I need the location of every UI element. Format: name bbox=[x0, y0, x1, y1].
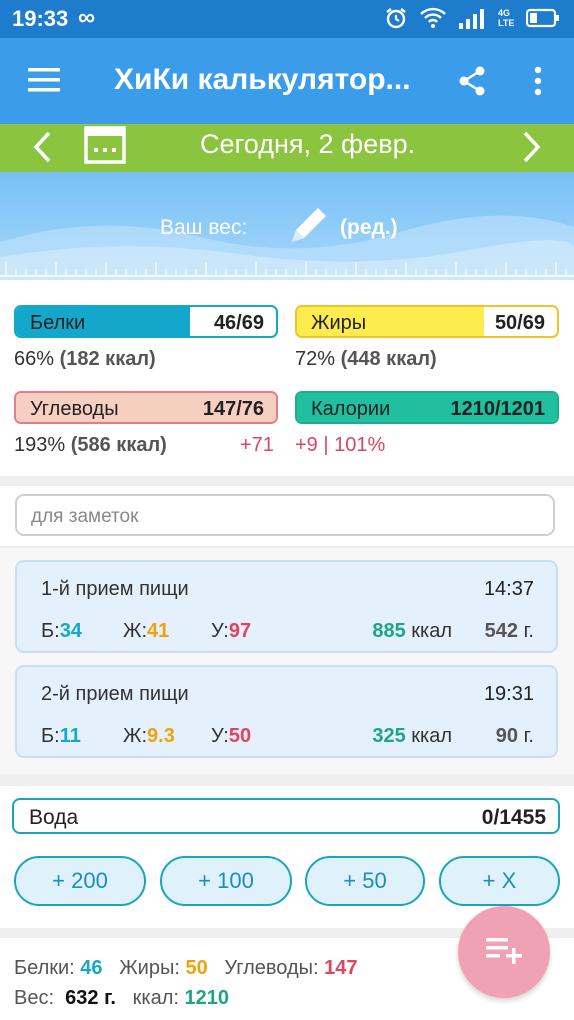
infinity-icon: ∞ bbox=[78, 4, 96, 31]
add-meal-fab[interactable] bbox=[458, 906, 550, 998]
status-time: 19:33 bbox=[12, 6, 69, 31]
meal-fat: 9.3 bbox=[147, 725, 175, 747]
meal-grams: 90 bbox=[495, 725, 519, 747]
meal-card[interactable]: 2-й прием пищи 19:31 Б:11 Ж:9.3 У:50 325… bbox=[15, 665, 558, 758]
fat-bar: Жиры 50/69 bbox=[295, 305, 559, 338]
macros-card: Белки 46/69 66% (182 ккал) Жиры 50/69 72… bbox=[0, 280, 574, 476]
summary-fat: 50 bbox=[185, 957, 208, 979]
water-add-200-button[interactable]: + 200 bbox=[14, 856, 146, 906]
water-add-custom-button[interactable]: + X bbox=[439, 856, 560, 906]
meal-name: 1-й прием пищи bbox=[41, 578, 189, 600]
signal-icon bbox=[459, 9, 484, 29]
water-add-50-button[interactable]: + 50 bbox=[305, 856, 425, 906]
app-title: ХиКи калькулятор... bbox=[114, 63, 411, 96]
protein-bar: Белки 46/69 bbox=[14, 305, 278, 338]
battery-icon bbox=[526, 8, 559, 28]
meal-time: 14:37 bbox=[483, 578, 534, 600]
meal-fat: 41 bbox=[147, 620, 170, 642]
carbs-bar: Углеводы 147/76 bbox=[14, 391, 278, 424]
water-value: 0/1455 bbox=[481, 806, 546, 829]
meal-time: 19:31 bbox=[483, 683, 534, 705]
weight-banner: Ваш вес: (ред.) bbox=[0, 172, 574, 280]
more-vertical-icon[interactable] bbox=[533, 66, 543, 96]
meal-protein: 11 bbox=[59, 725, 81, 747]
meal-carbs: 50 bbox=[228, 725, 252, 747]
fat-label: Жиры bbox=[311, 312, 367, 334]
alarm-icon bbox=[386, 8, 406, 29]
chevron-left-icon[interactable] bbox=[32, 130, 52, 164]
carbs-excess: +71 bbox=[240, 434, 274, 456]
protein-summary: 66% (182 ккал) bbox=[14, 348, 156, 370]
meal-kcal: 325 bbox=[372, 725, 406, 747]
summary-carbs: 147 bbox=[324, 957, 358, 979]
protein-label: Белки bbox=[30, 312, 86, 334]
summary-kcal: 1210 bbox=[184, 987, 230, 1009]
chevron-right-icon[interactable] bbox=[522, 130, 542, 164]
notes-input[interactable]: для заметок bbox=[15, 494, 555, 536]
calories-label: Калории bbox=[311, 398, 391, 420]
water-add-100-button[interactable]: + 100 bbox=[160, 856, 292, 906]
water-label: Вода bbox=[29, 806, 79, 829]
summary-totals: Вес: 632 г. ккал: 1210 bbox=[14, 987, 230, 1009]
meals-list: 1-й прием пищи 14:37 Б:34 Ж:41 У:97 885 … bbox=[0, 548, 574, 774]
menu-icon[interactable] bbox=[28, 68, 60, 92]
notes-section: для заметок bbox=[0, 486, 574, 546]
carbs-summary: 193% (586 ккал) bbox=[14, 434, 167, 456]
add-list-icon bbox=[486, 938, 522, 964]
meal-carbs: 97 bbox=[228, 620, 252, 642]
summary-weight: 632 г. bbox=[65, 987, 116, 1009]
calories-bar: Калории 1210/1201 bbox=[295, 391, 559, 424]
calories-value: 1210/1201 bbox=[450, 398, 545, 420]
date-bar: Сегодня, 2 февр. bbox=[0, 124, 574, 172]
carbs-value: 147/76 bbox=[202, 398, 264, 420]
pencil-icon[interactable] bbox=[286, 204, 330, 248]
calendar-icon[interactable] bbox=[84, 126, 126, 164]
water-bar: Вода 0/1455 bbox=[12, 798, 560, 834]
carbs-label: Углеводы bbox=[30, 398, 119, 420]
water-section: Вода 0/1455 + 200 + 100 + 50 + X bbox=[0, 786, 574, 928]
calories-excess: +9 | 101% bbox=[295, 434, 386, 456]
protein-value: 46/69 bbox=[213, 312, 264, 334]
meal-name: 2-й прием пищи bbox=[41, 683, 189, 705]
status-bar: 19:33 ∞ 4G LTE bbox=[0, 0, 574, 38]
fat-summary: 72% (448 ккал) bbox=[295, 348, 437, 370]
weight-edit-link[interactable]: (ред.) bbox=[340, 216, 398, 240]
summary-macros: Белки: 46 Жиры: 50 Углеводы: 147 bbox=[14, 957, 358, 979]
meal-protein: 34 bbox=[59, 620, 82, 642]
current-date[interactable]: Сегодня, 2 февр. bbox=[200, 129, 415, 160]
app-toolbar: ХиКи калькулятор... bbox=[0, 38, 574, 124]
meal-kcal: 885 bbox=[372, 620, 406, 642]
summary-protein: 46 bbox=[80, 957, 103, 979]
fat-value: 50/69 bbox=[494, 312, 545, 334]
wifi-icon bbox=[420, 7, 446, 28]
meal-card[interactable]: 1-й прием пищи 14:37 Б:34 Ж:41 У:97 885 … bbox=[15, 560, 558, 653]
network-type: 4G LTE bbox=[498, 8, 515, 28]
meal-grams: 542 bbox=[484, 620, 519, 642]
weight-label: Ваш вес: bbox=[160, 216, 248, 239]
share-icon[interactable] bbox=[458, 66, 486, 96]
